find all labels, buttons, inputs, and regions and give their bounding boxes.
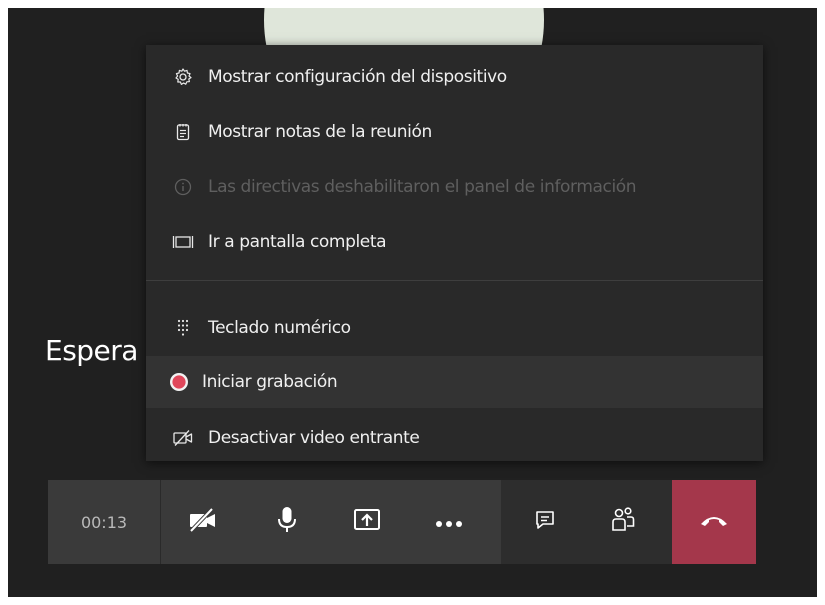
menu-item-label: Mostrar notas de la reunión (208, 122, 432, 142)
chat-button[interactable] (515, 480, 575, 564)
more-options-icon (435, 513, 463, 532)
info-icon (172, 176, 194, 198)
fullscreen-icon (172, 231, 194, 253)
menu-item-label: Iniciar grabación (202, 372, 338, 392)
hang-up-button[interactable] (672, 480, 756, 564)
waiting-status-text: Espera (45, 334, 138, 367)
menu-item-info-panel-disabled: Las directivas deshabilitaron el panel d… (146, 161, 763, 213)
menu-item-fullscreen[interactable]: Ir a pantalla completa (146, 216, 763, 268)
toolbar-collab-group (501, 480, 672, 564)
call-toolbar: 00:13 (48, 480, 756, 564)
menu-item-meeting-notes[interactable]: Mostrar notas de la reunión (146, 106, 763, 158)
microphone-button[interactable] (257, 480, 317, 564)
menu-item-dialpad[interactable]: Teclado numérico (146, 302, 763, 354)
menu-item-label: Teclado numérico (208, 318, 351, 338)
gear-icon (172, 66, 194, 88)
menu-separator (146, 280, 763, 281)
participants-button[interactable] (593, 480, 653, 564)
hang-up-icon (699, 513, 729, 532)
menu-item-label: Ir a pantalla completa (208, 232, 387, 252)
more-actions-menu: Mostrar configuración del dispositivo Mo… (146, 45, 763, 461)
menu-item-label: Desactivar video entrante (208, 428, 420, 448)
share-screen-button[interactable] (337, 480, 397, 564)
call-timer: 00:13 (48, 480, 160, 564)
camera-toggle-button[interactable] (173, 480, 233, 564)
share-screen-icon (353, 508, 381, 536)
chat-icon (534, 509, 556, 535)
meeting-stage: Espera Mostrar configuración del disposi… (8, 8, 817, 597)
menu-item-label: Mostrar configuración del dispositivo (208, 67, 507, 87)
dialpad-icon (172, 317, 194, 339)
menu-item-label: Las directivas deshabilitaron el panel d… (208, 177, 637, 197)
participants-icon (611, 507, 635, 537)
camera-off-icon (188, 507, 218, 537)
more-options-button[interactable] (419, 480, 479, 564)
menu-item-disable-incoming-video[interactable]: Desactivar video entrante (146, 412, 763, 464)
video-off-icon (172, 427, 194, 449)
menu-item-start-recording[interactable]: Iniciar grabación (146, 356, 763, 408)
toolbar-media-group (161, 480, 501, 564)
notes-icon (172, 121, 194, 143)
menu-item-device-settings[interactable]: Mostrar configuración del dispositivo (146, 51, 763, 103)
microphone-icon (276, 506, 298, 538)
record-icon (168, 371, 190, 393)
